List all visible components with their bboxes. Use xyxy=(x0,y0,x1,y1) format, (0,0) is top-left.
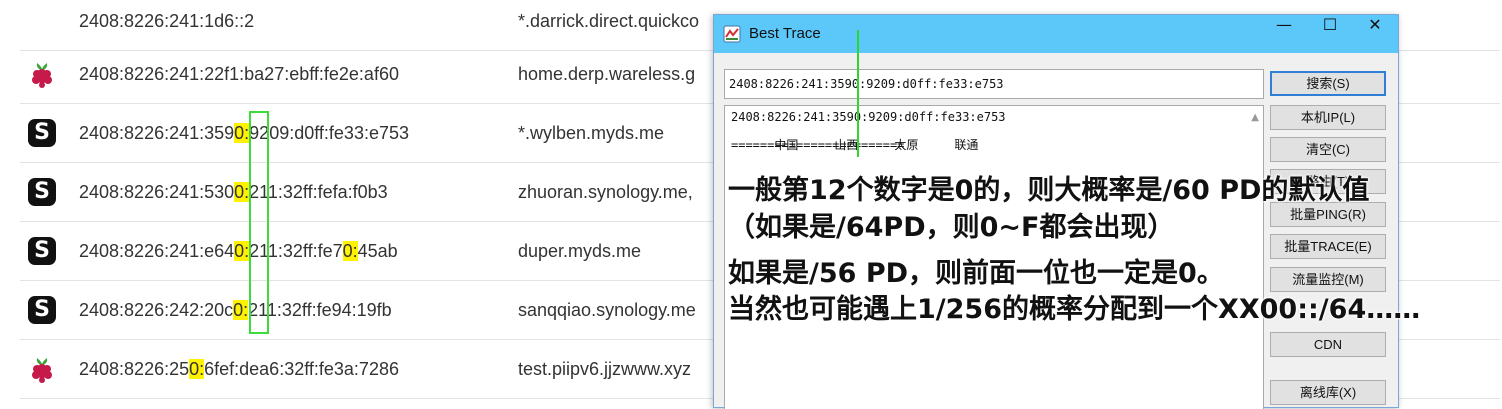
ip-address: 2408:8226:241:e640:211:32ff:fe70:45ab xyxy=(79,222,398,280)
raspberry-pi-icon xyxy=(28,60,56,88)
local-ip-button[interactable]: 本机IP(L) xyxy=(1270,105,1386,130)
hostname: test.piipv6.jjzwww.xyz xyxy=(518,359,692,379)
offline-db-button[interactable]: 离线库(X) xyxy=(1270,380,1386,405)
synology-icon: S xyxy=(28,237,56,265)
close-icon[interactable]: ✕ xyxy=(1352,15,1398,53)
minimize-icon[interactable]: — xyxy=(1261,15,1307,53)
result-separator: ======================== xyxy=(731,138,905,152)
ip-address: 2408:8226:250:6fef:dea6:32ff:fe3a:7286 xyxy=(79,340,399,398)
marker-line xyxy=(857,30,859,157)
loc-isp: 联通 xyxy=(954,138,979,152)
ip-segment: 2408:8226:241:22f1:ba27:ebff:fe2e:af60 xyxy=(79,64,399,84)
ip-segment: 2408:8226:241:359 xyxy=(79,123,235,143)
ip-segment: 9209:d0ff:fe33:e753 xyxy=(249,123,409,143)
batch-trace-button[interactable]: 批量TRACE(E) xyxy=(1270,234,1386,259)
synology-icon: S xyxy=(28,178,56,206)
hostname: home.derp.wareless.g xyxy=(518,64,696,84)
synology-icon: S xyxy=(28,119,56,147)
ip-segment: 211:32ff:fe94:19fb xyxy=(248,300,392,320)
highlighted-zero: 0: xyxy=(234,241,250,261)
title-bar[interactable]: Best Trace — ☐ ✕ xyxy=(714,15,1398,53)
maximize-icon[interactable]: ☐ xyxy=(1307,15,1353,53)
result-ip-line: 2408:8226:241:3590:9209:d0ff:fe33:e753 xyxy=(731,110,1006,124)
ip-segment: 2408:8226:241:1d6::2 xyxy=(79,11,255,31)
highlighted-zero: 0: xyxy=(189,359,205,379)
annotation-line-2: （如果是/64PD，则0~F都会出现） xyxy=(728,212,1175,243)
raspberry-pi-icon xyxy=(28,355,56,383)
cdn-button[interactable]: CDN xyxy=(1270,332,1386,357)
clear-button[interactable]: 清空(C) xyxy=(1270,137,1386,162)
annotation-line-1: 一般第12个数字是0的，则大概率是/60 PD的默认值 xyxy=(728,175,1370,206)
ip-address: 2408:8226:241:5300:211:32ff:fefa:f0b3 xyxy=(79,163,388,221)
ip-segment: 2408:8226:241:e64 xyxy=(79,241,235,261)
highlighted-zero: 0: xyxy=(234,123,250,143)
ip-input[interactable]: 2408:8226:241:3590:9209:d0ff:fe33:e753 xyxy=(724,69,1264,99)
synology-icon: S xyxy=(28,296,56,324)
search-button[interactable]: 搜索(S) xyxy=(1270,71,1386,96)
hostname: *.wylben.myds.me xyxy=(518,123,665,143)
annotation-line-4: 当然也可能遇上1/256的概率分配到一个XX00::/64…… xyxy=(728,294,1421,325)
app-icon xyxy=(723,25,741,43)
hostname: zhuoran.synology.me, xyxy=(518,182,693,202)
ip-segment: 45ab xyxy=(357,241,398,261)
ip-segment: 2408:8226:25 xyxy=(79,359,190,379)
hostname: *.darrick.direct.quickco xyxy=(518,11,700,31)
ip-segment: 211:32ff:fefa:f0b3 xyxy=(249,182,388,202)
window-title: Best Trace xyxy=(749,25,821,42)
hostname: sanqqiao.synology.me xyxy=(518,300,696,320)
traffic-monitor-button[interactable]: 流量监控(M) xyxy=(1270,267,1386,292)
ip-address: 2408:8226:241:22f1:ba27:ebff:fe2e:af60 xyxy=(79,45,399,103)
ip-segment: 2408:8226:242:20c xyxy=(79,300,234,320)
hostname: duper.myds.me xyxy=(518,241,642,261)
ip-segment: 2408:8226:241:530 xyxy=(79,182,235,202)
highlight-box xyxy=(249,111,269,334)
highlighted-zero: 0: xyxy=(233,300,249,320)
ip-address: 2408:8226:242:20c0:211:32ff:fe94:19fb xyxy=(79,281,392,339)
result-location-line: 中国 山西 太原 联通 xyxy=(731,124,1257,152)
highlighted-zero: 0: xyxy=(234,182,250,202)
ip-address: 2408:8226:241:3590:9209:d0ff:fe33:e753 xyxy=(79,104,409,162)
ip-address: 2408:8226:241:1d6::2 xyxy=(79,0,254,50)
annotation-line-3: 如果是/56 PD，则前面一位也一定是0。 xyxy=(728,258,1224,289)
highlighted-zero: 0: xyxy=(342,241,358,261)
scroll-up-icon[interactable]: ▲ xyxy=(1251,112,1259,123)
ip-segment: 6fef:dea6:32ff:fe3a:7286 xyxy=(204,359,399,379)
